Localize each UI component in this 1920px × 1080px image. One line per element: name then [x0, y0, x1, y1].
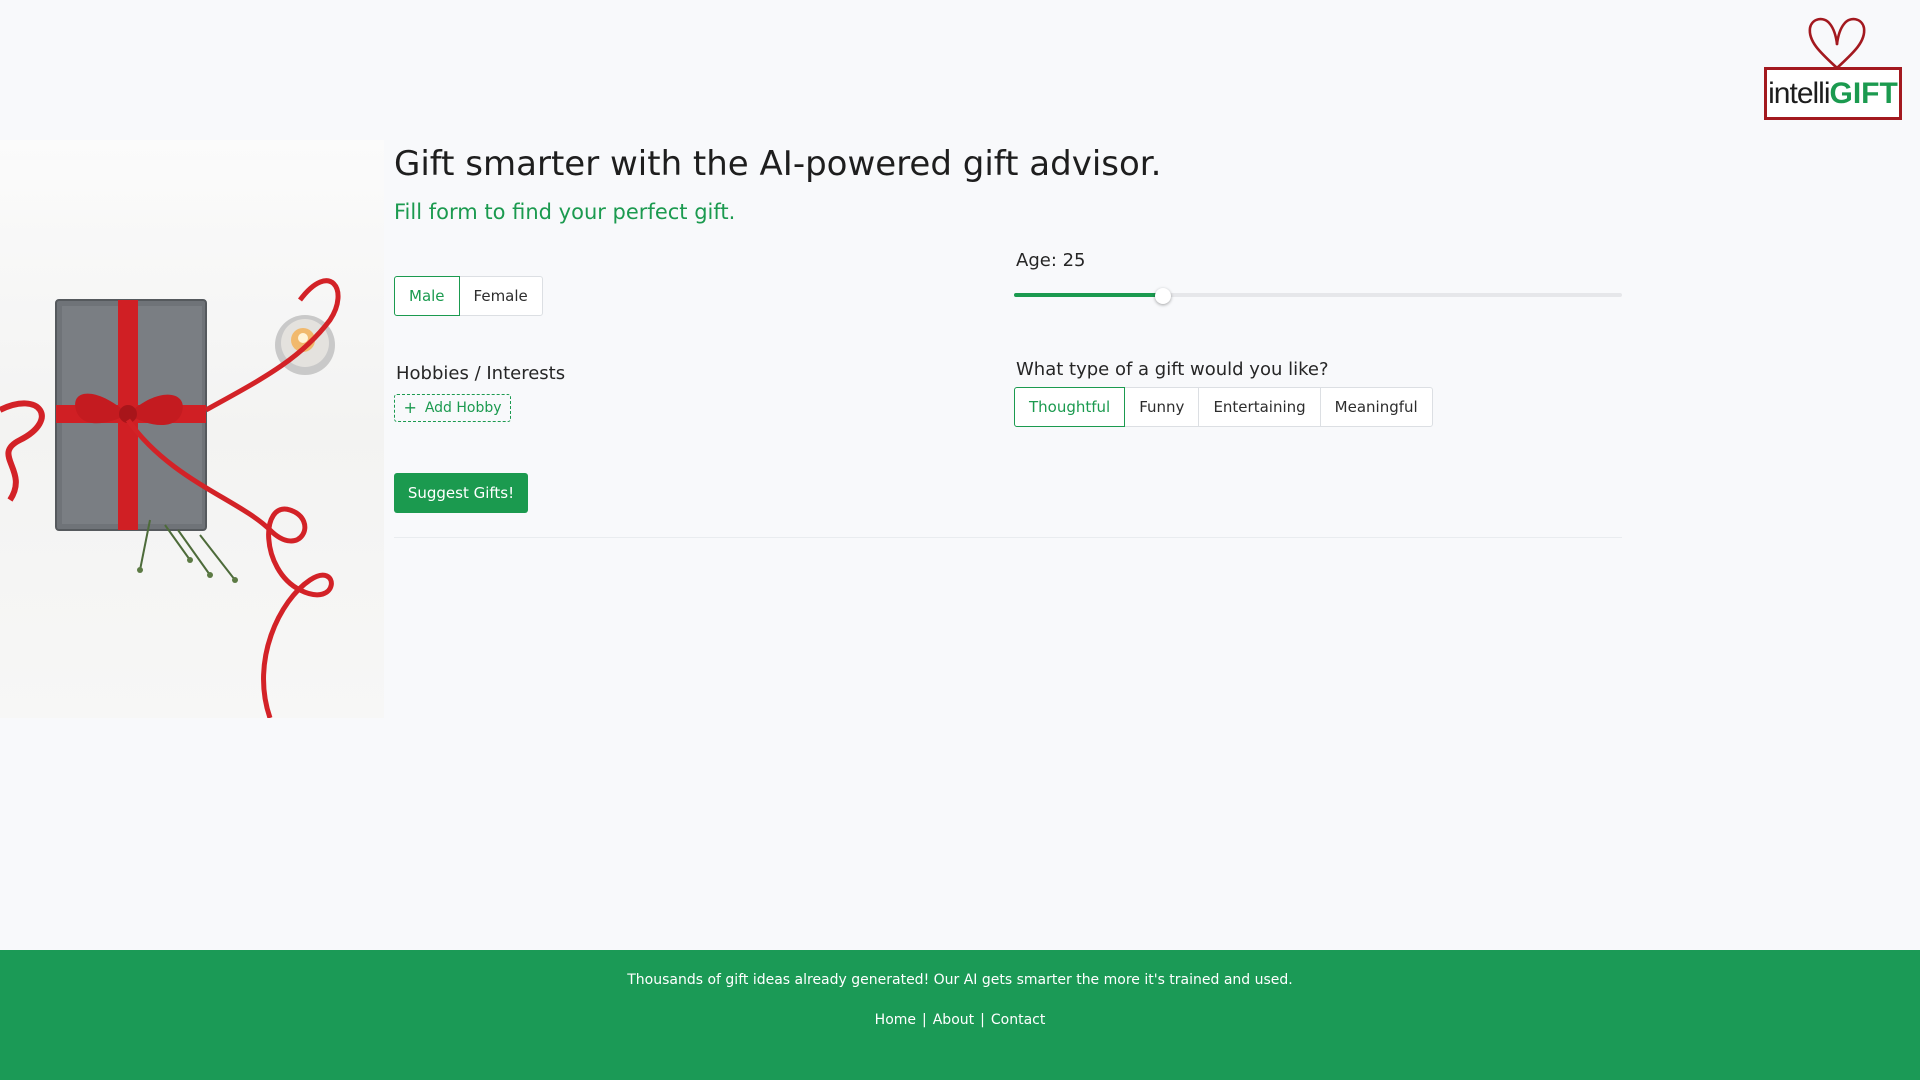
- gift-box-illustration: [0, 278, 341, 718]
- section-divider: [394, 537, 1622, 538]
- gift-type-selector: Thoughtful Funny Entertaining Meaningful: [1014, 387, 1433, 427]
- hobbies-label: Hobbies / Interests: [396, 363, 566, 384]
- footer-separator: |: [922, 1012, 927, 1028]
- footer-links: Home | About | Contact: [0, 1012, 1920, 1028]
- page-title: Gift smarter with the AI-powered gift ad…: [394, 144, 1162, 184]
- heart-ribbon-icon: [1808, 17, 1866, 70]
- intelligift-logo[interactable]: intelliGIFT: [1762, 14, 1904, 120]
- gift-type-meaningful[interactable]: Meaningful: [1319, 387, 1433, 427]
- logo-text-bold: GIFT: [1829, 76, 1898, 110]
- suggest-gifts-button[interactable]: Suggest Gifts!: [394, 473, 528, 513]
- footer-tagline: Thousands of gift ideas already generate…: [627, 972, 1293, 988]
- logo-box: intelliGIFT: [1764, 67, 1902, 120]
- add-hobby-label: Add Hobby: [424, 400, 502, 416]
- gift-type-thoughtful[interactable]: Thoughtful: [1014, 387, 1126, 427]
- age-slider-thumb[interactable]: [1154, 288, 1171, 304]
- plus-icon: +: [403, 398, 417, 417]
- age-slider[interactable]: [1014, 288, 1622, 304]
- footer-link-about[interactable]: About: [933, 1012, 974, 1028]
- gender-option-female[interactable]: Female: [458, 276, 543, 316]
- footer-link-contact[interactable]: Contact: [991, 1012, 1045, 1028]
- add-hobby-button[interactable]: + Add Hobby: [394, 394, 511, 422]
- gender-option-male[interactable]: Male: [394, 276, 460, 316]
- footer-link-home[interactable]: Home: [875, 1012, 916, 1028]
- gift-type-funny[interactable]: Funny: [1124, 387, 1200, 427]
- age-slider-fill: [1014, 293, 1163, 297]
- logo-text: intelliGIFT: [1768, 77, 1898, 111]
- gift-type-entertaining[interactable]: Entertaining: [1198, 387, 1321, 427]
- footer: Thousands of gift ideas already generate…: [0, 950, 1920, 1080]
- footer-separator: |: [980, 1012, 985, 1028]
- logo-text-light: intelli: [1768, 76, 1830, 110]
- hero-gift-image: [0, 140, 384, 718]
- gender-selector: Male Female: [394, 276, 543, 316]
- page-subtitle: Fill form to find your perfect gift.: [394, 200, 736, 224]
- gift-type-label: What type of a gift would you like?: [1016, 359, 1329, 380]
- age-label: Age: 25: [1016, 250, 1086, 271]
